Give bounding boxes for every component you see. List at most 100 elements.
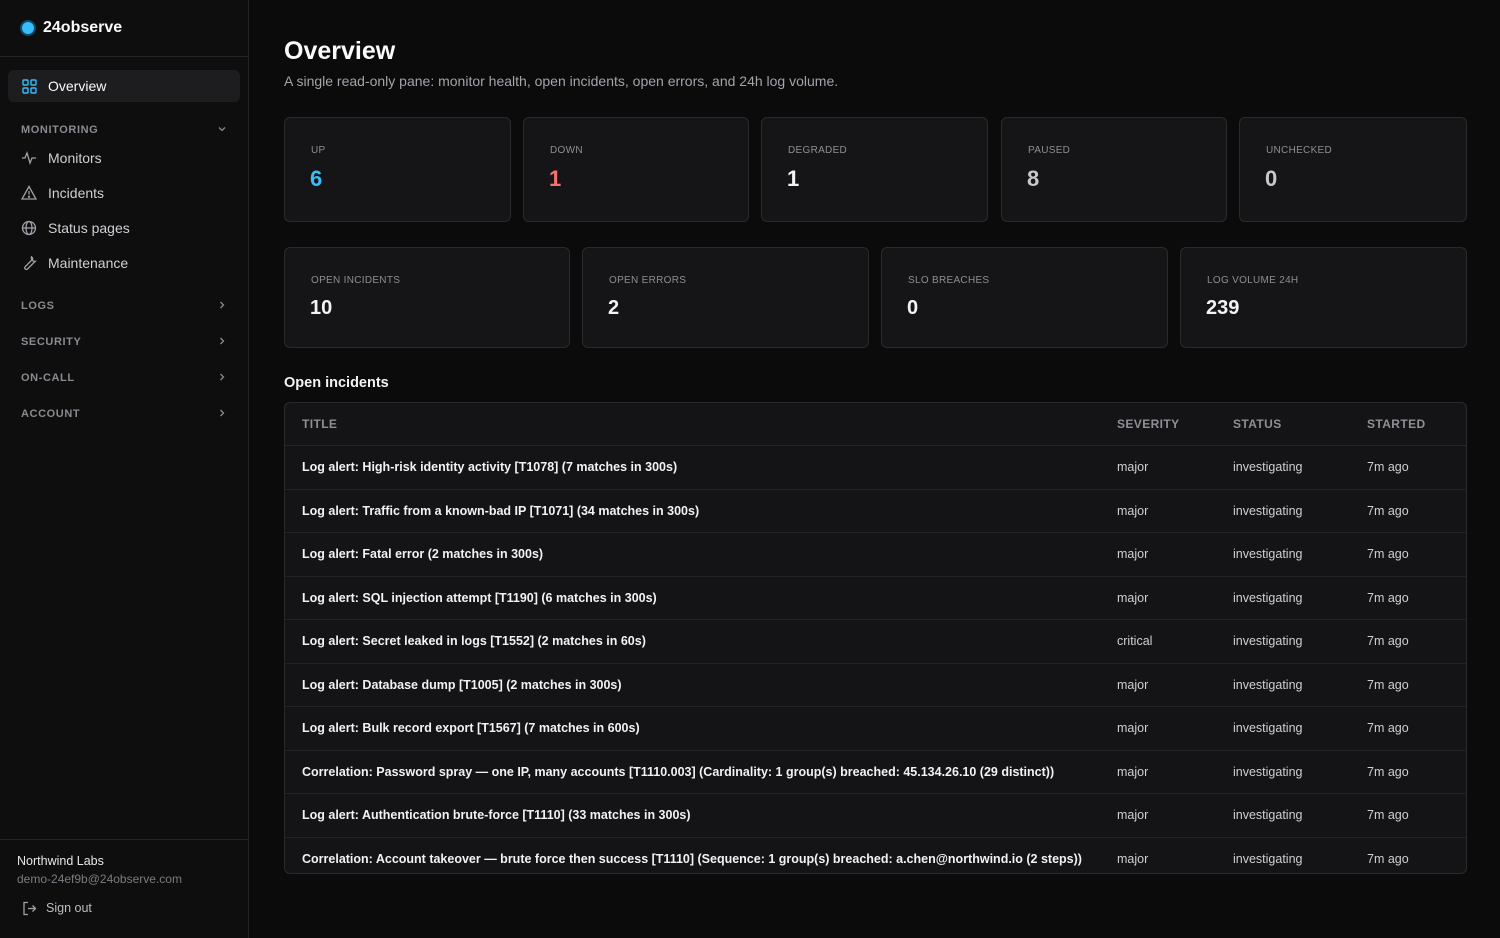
stat-label: DEGRADED [788,145,848,156]
incident-title[interactable]: Log alert: Secret leaked in logs [T1552]… [285,619,1117,664]
table-row[interactable]: Correlation: Account takeover — brute fo… [285,837,1466,873]
incident-severity: major [1117,489,1233,533]
incident-status: investigating [1233,663,1367,707]
sidebar-item-status-pages[interactable]: Status pages [8,210,240,245]
stat-value: 8 [1027,166,1040,191]
nav-group-security[interactable]: SECURITY [8,332,240,352]
incident-title[interactable]: Log alert: Bulk record export [T1567] (7… [285,706,1117,751]
column-header-started[interactable]: STARTED [1367,403,1466,446]
stat-card-slo-breaches: SLO BREACHES 0 [881,247,1168,348]
nav-group-monitoring[interactable]: MONITORING [8,120,240,140]
nav-group-label: LOGS [21,300,55,312]
warning-triangle-icon [21,184,37,201]
table-row[interactable]: Log alert: Authentication brute-force [T… [285,793,1466,838]
incident-severity: major [1117,793,1233,838]
chevron-down-icon [217,124,227,137]
stat-value: 1 [549,166,562,191]
sign-out-button[interactable]: Sign out [17,900,248,916]
table-row[interactable]: Log alert: SQL injection attempt [T1190]… [285,576,1466,620]
table-row[interactable]: Log alert: High-risk identity activity [… [285,445,1466,490]
sidebar-item-label: Maintenance [48,254,129,271]
stat-label: OPEN ERRORS [609,275,687,286]
stat-value: 1 [787,166,800,191]
incident-status: investigating [1233,706,1367,751]
table-row[interactable]: Log alert: Database dump [T1005] (2 matc… [285,663,1466,707]
incident-title[interactable]: Log alert: Authentication brute-force [T… [285,793,1117,838]
incident-severity: major [1117,706,1233,751]
incident-started: 7m ago [1367,706,1466,751]
brand[interactable]: 24observe [0,0,248,57]
incident-started: 7m ago [1367,576,1466,620]
activity-icon [21,150,37,166]
incident-title[interactable]: Log alert: Traffic from a known-bad IP [… [285,489,1117,533]
chevron-right-icon [217,408,227,421]
table-row[interactable]: Log alert: Fatal error (2 matches in 300… [285,532,1466,577]
user-email: demo-24ef9b@24observe.com [17,872,182,886]
table-header-row: TITLE SEVERITY STATUS STARTED [285,403,1466,446]
stat-card-down: DOWN 1 [523,117,749,222]
wrench-icon [21,255,37,271]
log-out-icon [21,900,37,916]
sidebar-item-overview[interactable]: Overview [8,70,240,102]
stat-card-up: UP 6 [284,117,511,222]
incident-status: investigating [1233,619,1367,664]
stat-label: OPEN INCIDENTS [311,275,401,286]
sidebar-item-incidents[interactable]: Incidents [8,175,240,210]
stat-label: LOG VOLUME 24H [1207,275,1299,286]
incident-status: investigating [1233,576,1367,620]
nav-group-account[interactable]: ACCOUNT [8,404,240,424]
brand-name: 24observe [43,19,123,36]
incident-status: investigating [1233,851,1303,866]
table-row[interactable]: Log alert: Bulk record export [T1567] (7… [285,706,1466,751]
nav-group-label: ON-CALL [21,372,75,384]
column-header-status[interactable]: STATUS [1233,403,1367,446]
sidebar-nav: Overview MONITORING Monitors Incidents S… [0,57,248,424]
stat-value: 6 [310,166,323,191]
page-subtitle: A single read-only pane: monitor health,… [284,73,839,89]
stat-value: 239 [1206,297,1240,319]
incident-title[interactable]: Correlation: Password spray — one IP, ma… [285,750,1117,794]
sign-out-label: Sign out [46,901,92,915]
incident-title[interactable]: Log alert: High-risk identity activity [… [285,445,1117,490]
incident-title[interactable]: Log alert: SQL injection attempt [T1190]… [285,576,1117,620]
incident-title[interactable]: Log alert: Database dump [T1005] (2 matc… [285,663,1117,707]
org-name: Northwind Labs [17,854,104,868]
column-header-severity[interactable]: SEVERITY [1117,403,1233,446]
incident-status: investigating [1233,445,1367,490]
stat-label: SLO BREACHES [908,275,990,286]
nav-group-on-call[interactable]: ON-CALL [8,368,240,388]
table-row[interactable]: Log alert: Traffic from a known-bad IP [… [285,489,1466,533]
stat-value: 0 [907,297,919,319]
sidebar-footer: Northwind Labs demo-24ef9b@24observe.com… [0,839,248,938]
incident-title[interactable]: Correlation: Account takeover — brute fo… [285,837,1117,873]
sidebar-item-maintenance[interactable]: Maintenance [8,245,240,280]
stat-card-unchecked: UNCHECKED 0 [1239,117,1467,222]
nav-group-label: ACCOUNT [21,408,81,420]
incident-started: 7m ago [1367,489,1466,533]
sidebar-item-label: Incidents [48,184,105,201]
column-header-title[interactable]: TITLE [285,403,1117,446]
stat-card-open-incidents: OPEN INCIDENTS 10 [284,247,570,348]
sidebar-item-label: Overview [48,78,107,94]
stat-label: PAUSED [1028,145,1071,156]
grid-icon [21,78,37,94]
brand-logo-icon [22,22,34,34]
incident-status: investigating [1233,532,1367,577]
stat-card-degraded: DEGRADED 1 [761,117,988,222]
nav-group-label: MONITORING [21,124,99,136]
stat-value: 2 [608,297,620,319]
stat-value: 10 [310,297,333,319]
table-row[interactable]: Log alert: Secret leaked in logs [T1552]… [285,619,1466,664]
incident-started: 7m ago [1367,663,1466,707]
incident-severity: major [1117,663,1233,707]
chevron-right-icon [217,372,227,385]
nav-group-logs[interactable]: LOGS [8,296,240,316]
stat-label: UNCHECKED [1266,145,1333,156]
table-row[interactable]: Correlation: Password spray — one IP, ma… [285,750,1466,794]
chevron-right-icon [217,300,227,313]
nav-group-label: SECURITY [21,336,82,348]
sidebar-item-monitors[interactable]: Monitors [8,140,240,175]
page-title: Overview [284,37,396,65]
incident-title[interactable]: Log alert: Fatal error (2 matches in 300… [285,532,1117,577]
incidents-table: TITLE SEVERITY STATUS STARTED Log alert:… [284,402,1467,874]
